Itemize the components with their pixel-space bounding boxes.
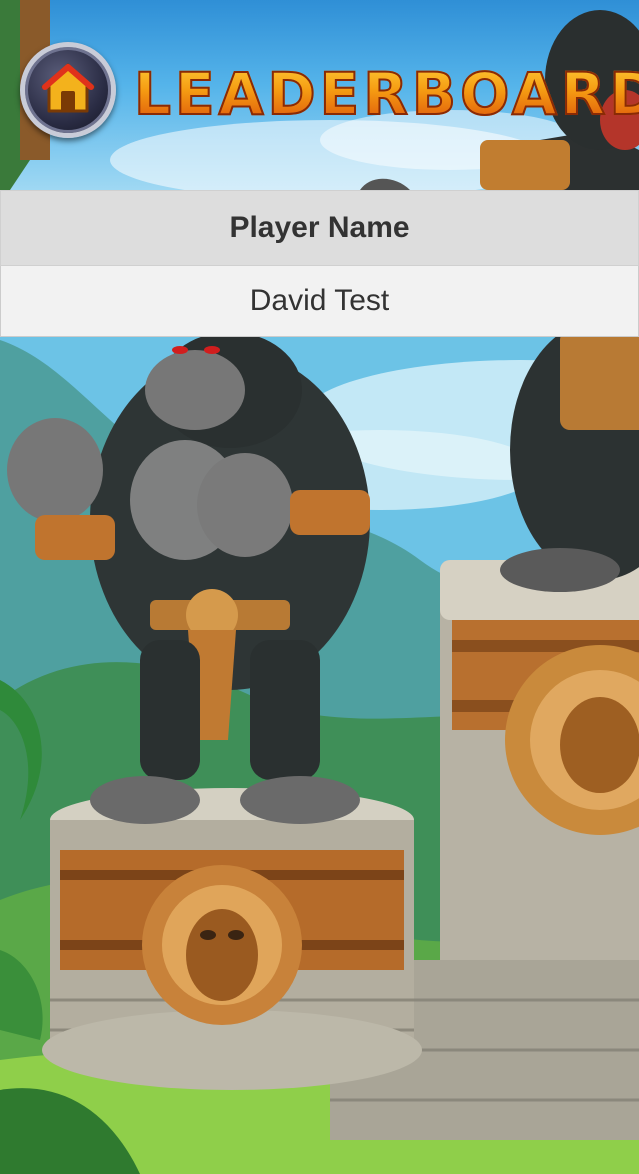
table-row: David Test xyxy=(0,265,639,337)
player-name-cell: David Test xyxy=(0,265,639,337)
leaderboard-table: Player Name David Test xyxy=(0,190,639,337)
page-title: LEADERBOARD xyxy=(133,58,639,130)
home-icon xyxy=(41,63,95,113)
header-banner: LEADERBOARD xyxy=(0,0,639,190)
column-header-player-name: Player Name xyxy=(0,190,639,266)
table-header-row: Player Name xyxy=(0,190,639,266)
leaderboard-screen: LEADERBOARD Player Name David Test xyxy=(0,0,639,1174)
home-button[interactable] xyxy=(20,42,116,138)
